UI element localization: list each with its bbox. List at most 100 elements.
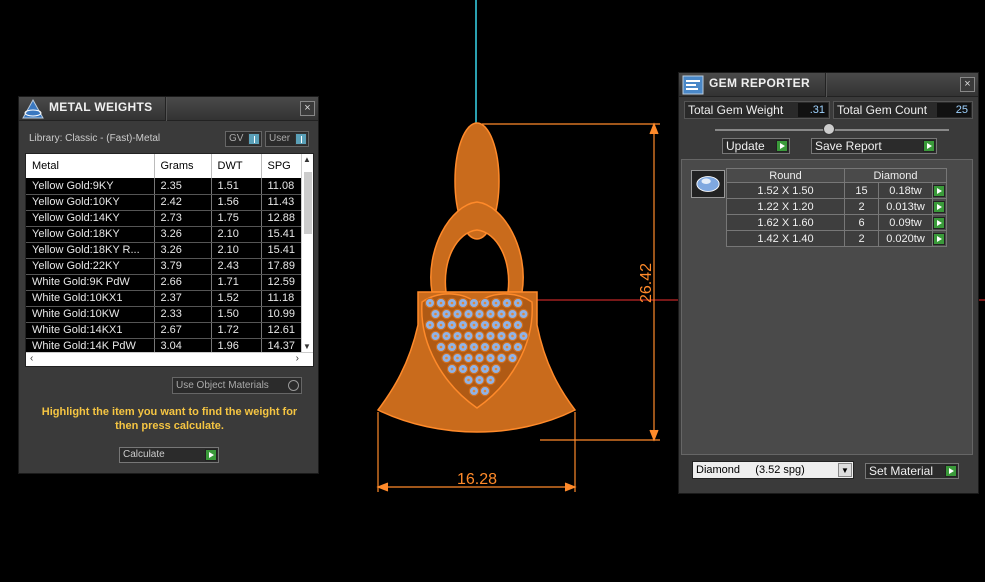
scroll-right-icon[interactable]: › [296,353,299,364]
grams-cell: 2.42 [154,194,212,211]
play-arrow-icon [933,201,945,213]
calculate-label: Calculate [123,449,165,460]
gem-row-select-button[interactable] [932,214,947,231]
gem-row[interactable]: 1.22 X 1.20 2 0.013tw [726,198,947,215]
spg-cell: 11.08 [261,178,304,195]
table-row[interactable]: Yellow Gold:9KY 2.35 1.51 11.08 [26,178,304,195]
table-row[interactable]: Yellow Gold:18KY R... 3.26 2.10 15.41 [26,242,304,259]
spg-cell: 11.18 [261,290,304,307]
metal-name-cell: White Gold:10KX1 [26,290,155,307]
gem-prong [428,323,432,327]
grams-cell: 2.37 [154,290,212,307]
total-gem-weight-label: Total Gem Weight [688,103,784,117]
pendant-loop [430,201,524,293]
user-toggle[interactable]: User [265,131,309,147]
gem-prong [467,356,470,360]
report-slider-handle[interactable] [823,123,835,135]
gem-prong [439,323,443,327]
calculate-button[interactable]: Calculate [119,447,219,463]
gem-prong [511,356,514,360]
total-gem-count-value: 25 [937,103,971,117]
gem-row-select-button[interactable] [932,230,947,247]
table-row[interactable]: White Gold:9K PdW 2.66 1.71 12.59 [26,274,304,291]
height-dimension-label: 26.42 [638,263,655,303]
gem-weight-cell: 0.020tw [878,230,933,247]
gem-prong [456,356,459,360]
gem-count-cell: 15 [844,182,879,199]
set-material-button[interactable]: Set Material [865,463,959,479]
save-report-button[interactable]: Save Report [811,138,937,154]
gem-reporter-title: GEM REPORTER [709,76,810,90]
column-header-spg[interactable]: SPG [261,154,304,178]
scroll-up-icon[interactable]: ▲ [303,155,311,164]
scrollbar-thumb[interactable] [304,172,312,234]
grams-cell: 2.67 [154,322,212,339]
gem-row-select-button[interactable] [932,198,947,215]
gem-prong [450,345,454,349]
dwt-cell: 2.10 [211,226,262,243]
scroll-left-icon[interactable]: ‹ [30,353,33,364]
user-toggle-label: User [269,133,291,144]
update-button[interactable]: Update [722,138,790,154]
table-row[interactable]: White Gold:10KX1 2.37 1.52 11.18 [26,290,304,307]
table-row[interactable]: White Gold:14KX1 2.67 1.72 12.61 [26,322,304,339]
round-diamond-icon[interactable] [691,170,725,198]
radio-icon[interactable] [288,380,299,391]
gem-prong [434,334,437,338]
gem-prong [472,389,476,393]
spg-cell: 10.99 [261,306,304,323]
gem-prong [428,301,432,305]
gem-prong [494,345,498,349]
metal-name-cell: Yellow Gold:22KY [26,258,155,275]
column-header-dwt[interactable]: DWT [211,154,262,178]
gem-prong [472,345,476,349]
metal-table-vertical-scrollbar[interactable]: ▲ ▼ [301,154,313,352]
material-select[interactable]: Diamond (3.52 spg) ▼ [692,461,854,479]
gem-row-select-button[interactable] [932,182,947,199]
gem-reporter-close-button[interactable]: × [960,77,975,92]
table-row[interactable]: Yellow Gold:14KY 2.73 1.75 12.88 [26,210,304,227]
spg-cell: 12.59 [261,274,304,291]
gv-toggle[interactable]: GV [225,131,262,147]
column-header-metal[interactable]: Metal [26,154,155,178]
gem-row[interactable]: 1.52 X 1.50 15 0.18tw [726,182,947,199]
grams-cell: 2.66 [154,274,212,291]
play-arrow-icon [933,185,945,197]
gem-prong [516,323,520,327]
gem-weight-cell: 0.09tw [878,214,933,231]
set-material-label: Set Material [869,464,934,478]
table-row[interactable]: Yellow Gold:10KY 2.42 1.56 11.43 [26,194,304,211]
metal-weights-titlebar[interactable]: METAL WEIGHTS × [19,97,318,121]
metal-table[interactable]: Metal Grams DWT SPG Yellow Gold:9KY 2.35 1… [25,153,314,367]
gem-prong [511,334,514,338]
scroll-down-icon[interactable]: ▼ [303,342,311,351]
table-row[interactable]: Yellow Gold:18KY 3.26 2.10 15.41 [26,226,304,243]
metal-table-horizontal-scrollbar[interactable]: ‹ › [26,352,313,366]
gem-prong [439,345,443,349]
gem-prong [483,389,487,393]
metal-weights-close-button[interactable]: × [300,101,315,116]
gem-prong [522,334,525,338]
table-row[interactable]: Yellow Gold:22KY 3.79 2.43 17.89 [26,258,304,275]
gem-prong [505,345,509,349]
chevron-down-icon[interactable]: ▼ [838,463,852,477]
play-arrow-icon [923,140,935,152]
total-gem-count-label: Total Gem Count [837,103,928,117]
gem-reporter-titlebar[interactable]: GEM REPORTER × [679,73,978,97]
gem-row[interactable]: 1.62 X 1.60 6 0.09tw [726,214,947,231]
gem-count-cell: 6 [844,214,879,231]
dwt-cell: 1.56 [211,194,262,211]
grams-cell: 2.73 [154,210,212,227]
gv-toggle-label: GV [229,133,244,144]
gem-prong [483,345,487,349]
table-row[interactable]: White Gold:10KW 2.33 1.50 10.99 [26,306,304,323]
titlebar-divider [165,97,167,121]
gem-row[interactable]: 1.42 X 1.40 2 0.020tw [726,230,947,247]
gem-prong [483,323,487,327]
metal-name-cell: Yellow Gold:18KY R... [26,242,155,259]
column-header-grams[interactable]: Grams [154,154,212,178]
gem-prong [472,323,476,327]
gem-prong [467,378,470,382]
use-object-materials-option[interactable]: Use Object Materials [172,377,302,394]
grams-cell: 3.26 [154,226,212,243]
